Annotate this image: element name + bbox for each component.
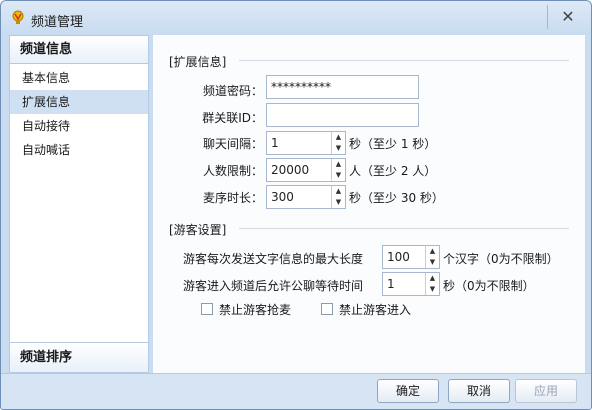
max-text-arrows: ▲ ▼ bbox=[425, 246, 439, 268]
mic-time-hint: 秒（至少 30 秒） bbox=[349, 191, 444, 205]
mic-time-value: 300 bbox=[271, 190, 294, 204]
user-limit-hint: 人（至少 2 人） bbox=[349, 164, 437, 178]
max-text-hint: 个汉字（0为不限制） bbox=[443, 252, 559, 266]
apply-button[interactable]: 应用 bbox=[515, 379, 577, 403]
wait-time-hint: 秒（0为不限制） bbox=[443, 279, 535, 293]
password-label: 频道密码： bbox=[202, 84, 263, 98]
chat-interval-label: 聊天间隔： bbox=[202, 137, 263, 151]
ext-section-divider bbox=[239, 60, 569, 61]
sidebar: 频道信息 基本信息 扩展信息 自动接待 自动喊话 频道排序 bbox=[9, 35, 149, 373]
channel-management-window: 频道管理 ✕ 频道信息 基本信息 扩展信息 自动接待 自动喊话 频道排序 [扩展… bbox=[0, 0, 592, 410]
mic-time-label: 麦序时长： bbox=[202, 191, 263, 205]
lightbulb-icon bbox=[12, 10, 24, 24]
sidebar-item-extended-info[interactable]: 扩展信息 bbox=[10, 90, 148, 114]
user-limit-label: 人数限制： bbox=[202, 164, 263, 178]
spin-up-icon[interactable]: ▲ bbox=[332, 159, 345, 170]
spin-down-icon[interactable]: ▼ bbox=[332, 143, 345, 154]
mic-time-stepper[interactable]: 300 ▲ ▼ bbox=[266, 185, 346, 209]
wait-time-value: 1 bbox=[387, 277, 395, 291]
max-text-stepper[interactable]: 100 ▲ ▼ bbox=[382, 245, 440, 269]
no-enter-label: 禁止游客进入 bbox=[339, 303, 412, 317]
wait-time-label: 游客进入频道后允许公聊等待时间 bbox=[183, 279, 364, 293]
spin-down-icon[interactable]: ▼ bbox=[332, 170, 345, 181]
chat-interval-stepper[interactable]: 1 ▲ ▼ bbox=[266, 131, 346, 155]
spin-up-icon[interactable]: ▲ bbox=[332, 186, 345, 197]
user-limit-value: 20000 bbox=[271, 163, 310, 177]
close-button[interactable]: ✕ bbox=[555, 5, 581, 29]
sidebar-list: 基本信息 扩展信息 自动接待 自动喊话 bbox=[10, 66, 148, 162]
sidebar-item-auto-shout[interactable]: 自动喊话 bbox=[10, 138, 148, 162]
sidebar-item-basic-info[interactable]: 基本信息 bbox=[10, 66, 148, 90]
guest-section-title: [游客设置] bbox=[169, 223, 227, 237]
ext-section-title: [扩展信息] bbox=[169, 55, 227, 69]
spin-up-icon[interactable]: ▲ bbox=[426, 246, 439, 257]
mic-time-arrows: ▲ ▼ bbox=[331, 186, 345, 208]
spin-down-icon[interactable]: ▼ bbox=[332, 197, 345, 208]
title-bar: 频道管理 ✕ bbox=[1, 1, 591, 35]
window-title: 频道管理 bbox=[31, 15, 84, 30]
spin-down-icon[interactable]: ▼ bbox=[426, 257, 439, 268]
max-text-value: 100 bbox=[387, 250, 410, 264]
sidebar-header-channel-sort[interactable]: 频道排序 bbox=[10, 342, 148, 372]
chat-interval-arrows: ▲ ▼ bbox=[331, 132, 345, 154]
user-limit-arrows: ▲ ▼ bbox=[331, 159, 345, 181]
sidebar-item-auto-reception[interactable]: 自动接待 bbox=[10, 114, 148, 138]
password-field[interactable]: ********** bbox=[266, 75, 419, 99]
cancel-button[interactable]: 取消 bbox=[448, 379, 510, 403]
no-grab-mic-label: 禁止游客抢麦 bbox=[219, 303, 292, 317]
close-icon: ✕ bbox=[561, 7, 575, 26]
group-id-field[interactable] bbox=[266, 103, 419, 127]
footer-bar: 确定 取消 应用 bbox=[1, 373, 591, 409]
spin-down-icon[interactable]: ▼ bbox=[426, 284, 439, 295]
spin-up-icon[interactable]: ▲ bbox=[426, 273, 439, 284]
wait-time-arrows: ▲ ▼ bbox=[425, 273, 439, 295]
user-limit-stepper[interactable]: 20000 ▲ ▼ bbox=[266, 158, 346, 182]
no-enter-checkbox[interactable] bbox=[321, 303, 333, 315]
spin-up-icon[interactable]: ▲ bbox=[332, 132, 345, 143]
chat-interval-value: 1 bbox=[271, 136, 279, 150]
sidebar-header-channel-info[interactable]: 频道信息 bbox=[10, 36, 148, 64]
chat-interval-hint: 秒（至少 1 秒） bbox=[349, 137, 437, 151]
settings-panel: [扩展信息] 频道密码： ********** 群关联ID： 聊天间隔： 1 ▲… bbox=[153, 35, 585, 373]
guest-section-divider bbox=[239, 228, 569, 229]
titlebar-divider bbox=[547, 5, 548, 29]
ok-button[interactable]: 确定 bbox=[377, 379, 439, 403]
no-grab-mic-checkbox[interactable] bbox=[201, 303, 213, 315]
max-text-label: 游客每次发送文字信息的最大长度 bbox=[183, 252, 364, 266]
group-id-label: 群关联ID： bbox=[202, 111, 263, 125]
wait-time-stepper[interactable]: 1 ▲ ▼ bbox=[382, 272, 440, 296]
